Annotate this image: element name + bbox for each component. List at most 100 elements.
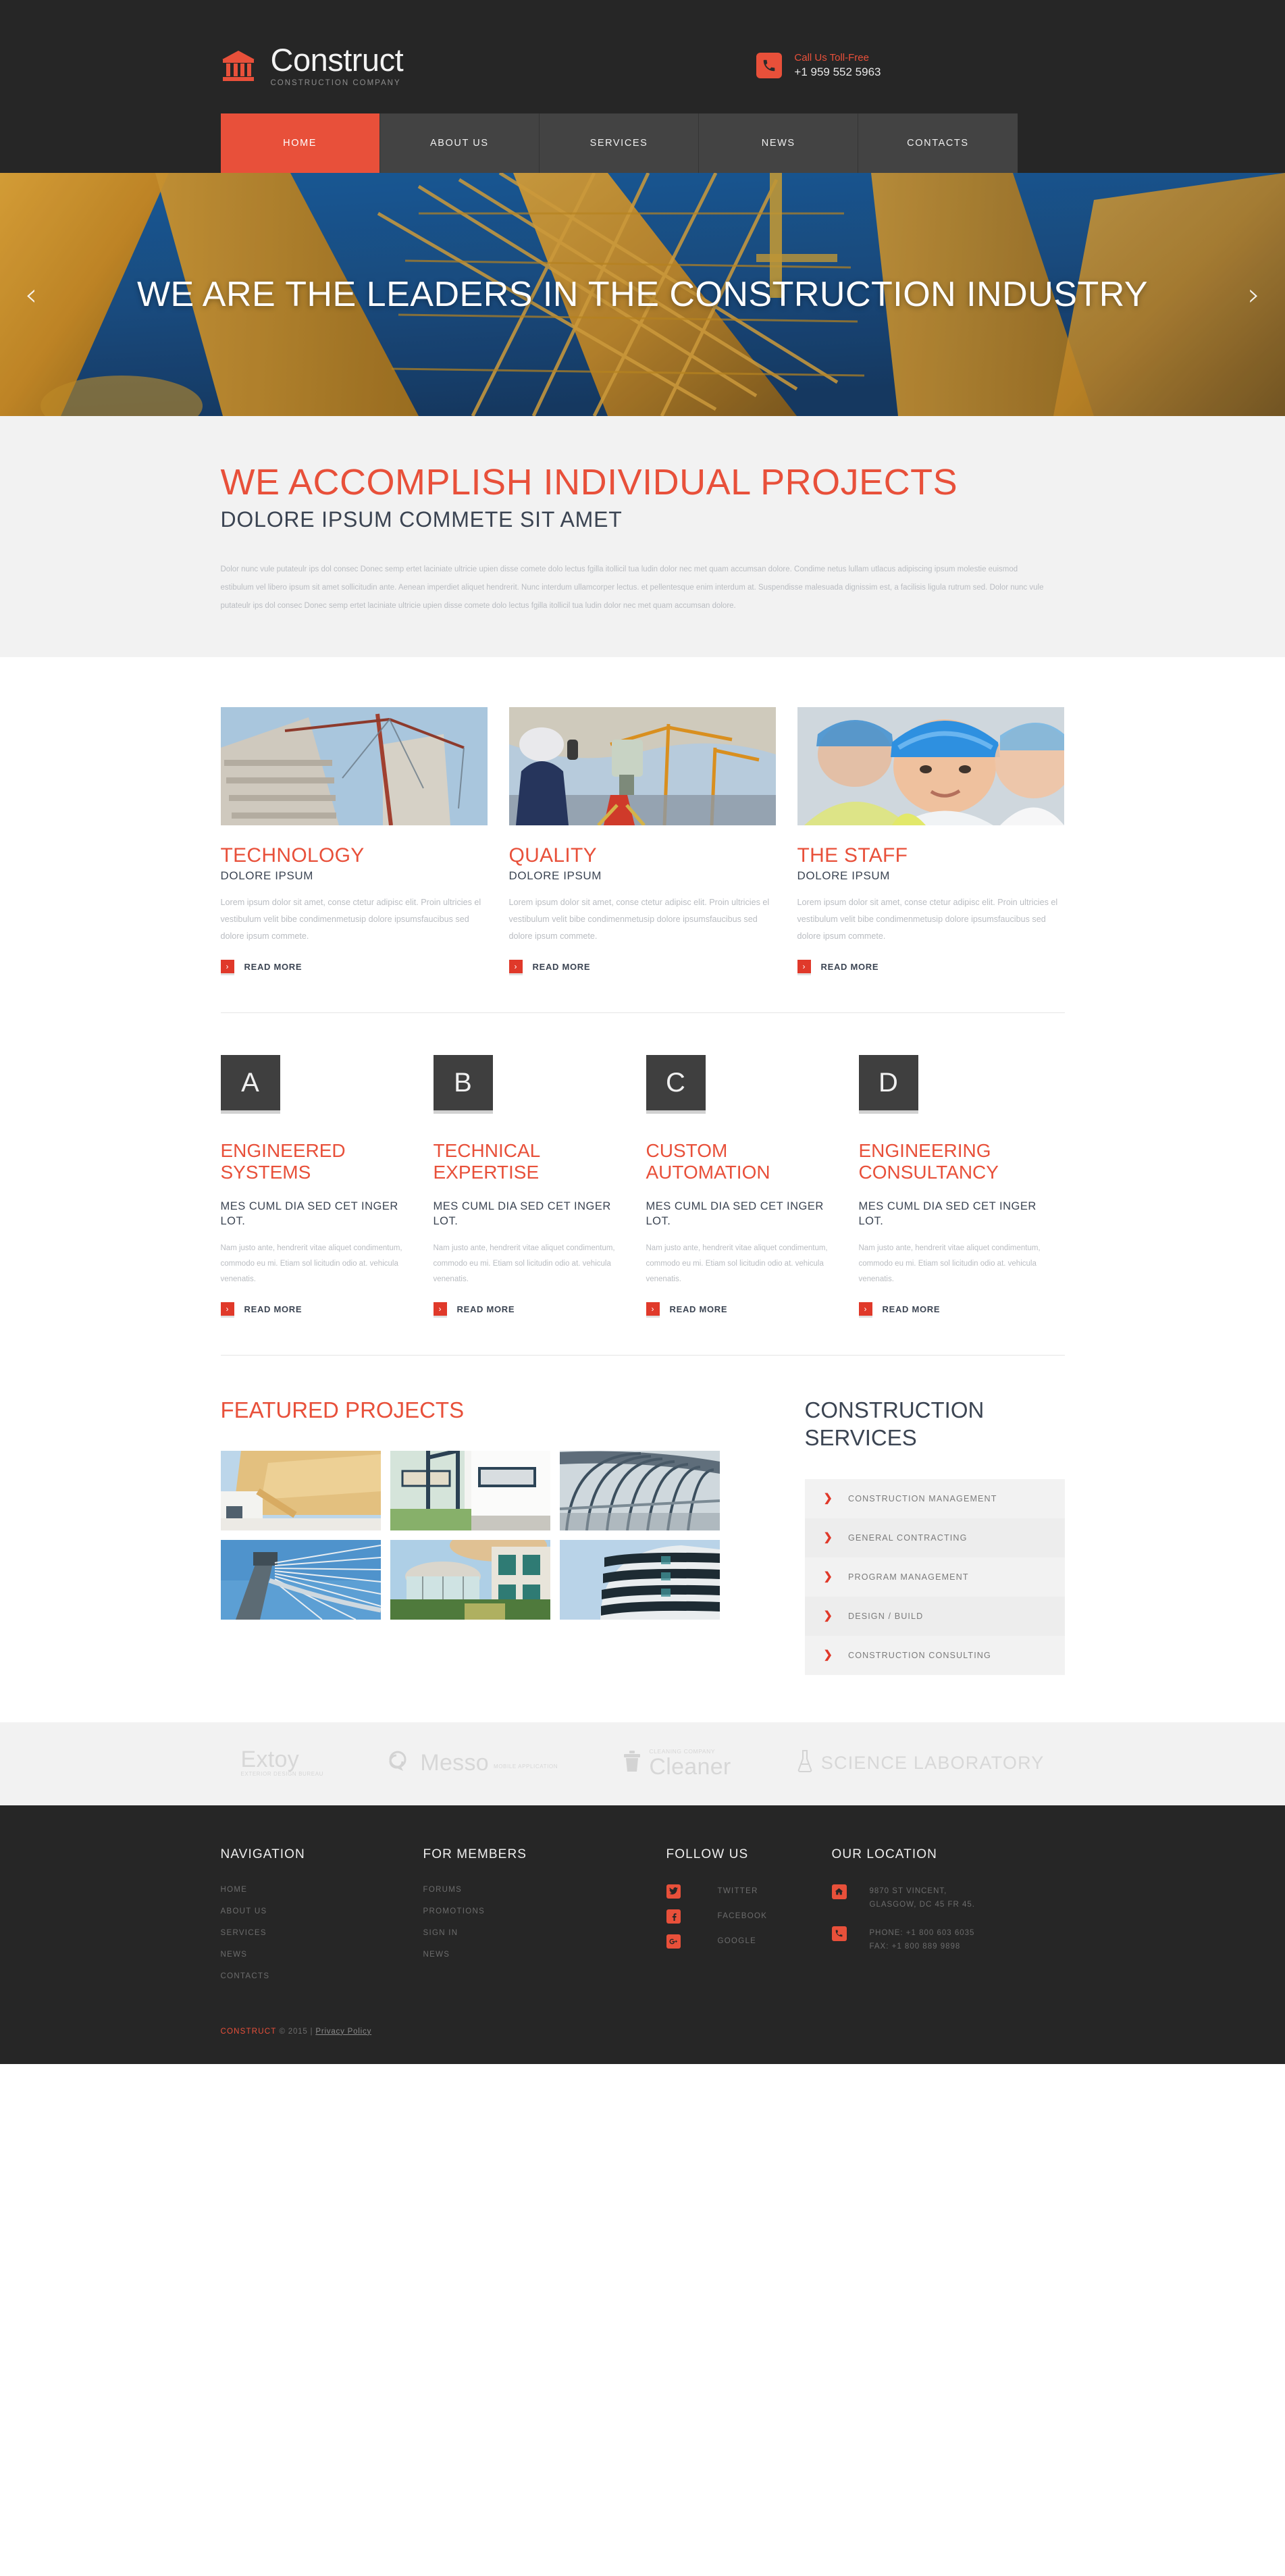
phone-icon [756,53,783,78]
hero-title: WE ARE THE LEADERS IN THE CONSTRUCTION I… [136,275,1149,314]
footer-phone-row: PHONE: +1 800 603 6035 FAX: +1 800 889 9… [831,1926,1065,1953]
footer-link-news[interactable]: NEWS [423,1951,666,1959]
featured-projects-block: FEATURED PROJECTS [220,1396,734,1675]
chevron-right-icon: › [797,960,811,974]
footer-link-services[interactable]: SERVICES [221,1929,423,1937]
footer-navigation-title: NAVIGATION [220,1847,305,1861]
footer-navigation-column: NAVIGATION HOME ABOUT US SERVICES NEWS C… [221,1847,423,1980]
footer-address-row: 9870 ST VINCENT, GLASGOW, DC 45 FR 45. [831,1884,1065,1911]
partner-logo-messo[interactable]: Messo MOBILE APPLICATION [389,1751,558,1776]
partners-strip: Extoy EXTERIOR DESIGN BUREAU Messo MOBIL… [0,1722,1285,1805]
service-list-item-program-management[interactable]: ❯ PROGRAM MANAGEMENT [804,1557,1065,1597]
feature-body: Lorem ipsum dolor sit amet, conse ctetur… [508,897,770,942]
footer-link-contacts[interactable]: CONTACTS [221,1972,423,1980]
service-title: CUSTOM AUTOMATION [646,1140,770,1183]
project-thumbnail[interactable] [220,1540,381,1620]
nav-item-about-us[interactable]: ABOUT US [379,113,540,173]
chevron-right-icon: ❯ [823,1492,834,1504]
project-thumbnail[interactable] [559,1451,720,1531]
partner-logo-science-laboratory[interactable]: SCIENCE LABORATORY [797,1749,1045,1777]
service-subtitle: MES CUML DIA SED CET INGER LOT. [646,1200,824,1227]
header-phone[interactable]: Call Us Toll-Free +1 959 552 5963 [756,51,881,81]
copyright-text: © 2015 | [279,2027,313,2036]
read-more-button-custom-automation[interactable]: › READ MORE [646,1302,837,1316]
partner-name: Messo [420,1750,489,1776]
read-more-button-engineering-consultancy[interactable]: › READ MORE [858,1302,1050,1316]
read-more-label: READ MORE [820,961,879,972]
nav-item-contacts[interactable]: CONTACTS [858,113,1018,173]
phone-number: +1 959 552 5963 [794,66,881,79]
chevron-right-icon: › [433,1302,447,1316]
google-plus-icon [666,1934,681,1949]
badge-letter-d: D [858,1055,918,1111]
nav-item-home[interactable]: HOME [220,113,380,173]
site-logo[interactable]: Construct CONSTRUCTION COMPANY [221,44,404,87]
project-thumbnail[interactable] [220,1451,381,1531]
project-thumbnail[interactable] [559,1540,720,1620]
service-body: Nam justo ante, hendrerit vitae aliquet … [433,1244,615,1284]
footer-location-title: OUR LOCATION [831,1847,937,1861]
service-title: ENGINEERED SYSTEMS [220,1140,346,1183]
partner-logo-extoy[interactable]: Extoy EXTERIOR DESIGN BUREAU [241,1748,324,1778]
project-thumbnail[interactable] [390,1540,550,1620]
badge-letter-c: C [646,1055,706,1111]
read-more-label: READ MORE [244,1304,303,1314]
partner-tagline: EXTERIOR DESIGN BUREAU [240,1771,324,1777]
service-subtitle: MES CUML DIA SED CET INGER LOT. [220,1200,398,1227]
social-link-twitter[interactable]: TWITTER [666,1884,832,1899]
read-more-button-technical-expertise[interactable]: › READ MORE [433,1302,625,1316]
construction-services-block: CONSTRUCTION SERVICES ❯ CONSTRUCTION MAN… [804,1396,1065,1675]
partner-logo-cleaner[interactable]: CLEANING COMPANY Cleaner [623,1748,731,1778]
read-more-button-technology[interactable]: › READ MORE [220,960,488,974]
read-more-label: READ MORE [244,961,303,972]
footer-link-promotions[interactable]: PROMOTIONS [423,1907,666,1915]
read-more-button-quality[interactable]: › READ MORE [508,960,776,974]
brand-tagline: CONSTRUCTION COMPANY [270,79,401,87]
footer-link-forums[interactable]: FORUMS [423,1886,666,1894]
service-list-item-general-contracting[interactable]: ❯ GENERAL CONTRACTING [804,1518,1065,1557]
badge-letter-b: B [433,1055,493,1111]
phone-icon [831,1926,847,1941]
chevron-right-icon: › [220,1302,234,1316]
service-card-engineering-consultancy: D ENGINEERING CONSULTANCY MES CUML DIA S… [858,1055,1050,1316]
privacy-policy-link[interactable]: Privacy Policy [315,2028,371,2036]
service-list-item-construction-consulting[interactable]: ❯ CONSTRUCTION CONSULTING [804,1635,1065,1675]
footer-link-home[interactable]: HOME [221,1886,423,1894]
hero-slider: ‹ WE ARE THE LEADERS IN THE CONSTRUCTION… [0,173,1285,416]
trash-bin-icon [623,1750,641,1776]
service-list-item-design-build[interactable]: ❯ DESIGN / BUILD [804,1596,1065,1636]
footer-follow-column: FOLLOW US TWITTER FACEBOOK GOOGLE [666,1847,832,1980]
social-link-google[interactable]: GOOGLE [666,1934,832,1949]
intro-subheading: DOLORE IPSUM COMMETE SIT AMET [220,507,623,532]
bank-building-icon [221,48,256,83]
site-header: Construct CONSTRUCTION COMPANY Call Us T… [0,0,1285,173]
nav-item-news[interactable]: NEWS [699,113,859,173]
feature-body: Lorem ipsum dolor sit amet, conse ctetur… [797,897,1058,942]
service-title: ENGINEERING CONSULTANCY [858,1140,999,1183]
service-list-item-construction-management[interactable]: ❯ CONSTRUCTION MANAGEMENT [804,1478,1065,1518]
project-thumbnail[interactable] [390,1451,550,1531]
partner-name: Cleaner [649,1753,731,1780]
read-more-button-engineered-systems[interactable]: › READ MORE [220,1302,412,1316]
chevron-right-icon: › [646,1302,660,1316]
nav-item-services[interactable]: SERVICES [539,113,700,173]
read-more-label: READ MORE [456,1304,515,1314]
footer-link-about-us[interactable]: ABOUT US [221,1907,423,1915]
service-list-item-label: GENERAL CONTRACTING [848,1532,968,1543]
footer-link-sign-in[interactable]: SIGN IN [423,1929,666,1937]
project-thumbnail-grid [220,1451,720,1620]
social-link-facebook[interactable]: FACEBOOK [666,1909,832,1924]
partner-tagline: MOBILE APPLICATION [493,1763,558,1770]
services-list: ❯ CONSTRUCTION MANAGEMENT ❯ GENERAL CONT… [804,1478,1065,1675]
footer-link-news[interactable]: NEWS [221,1951,423,1959]
feature-image-the-staff [797,706,1064,825]
chevron-right-icon: ❯ [823,1609,834,1622]
phone-label: Call Us Toll-Free [794,51,869,63]
copyright-brand: CONSTRUCT [220,2027,277,2036]
facebook-icon [666,1909,681,1924]
read-more-button-the-staff[interactable]: › READ MORE [797,960,1064,974]
hero-next-arrow[interactable]: › [1235,279,1273,310]
header-top-bar: Construct CONSTRUCTION COMPANY Call Us T… [221,28,1065,103]
feature-card-the-staff: THE STAFF DOLORE IPSUM Lorem ipsum dolor… [797,706,1064,974]
read-more-label: READ MORE [669,1304,728,1314]
